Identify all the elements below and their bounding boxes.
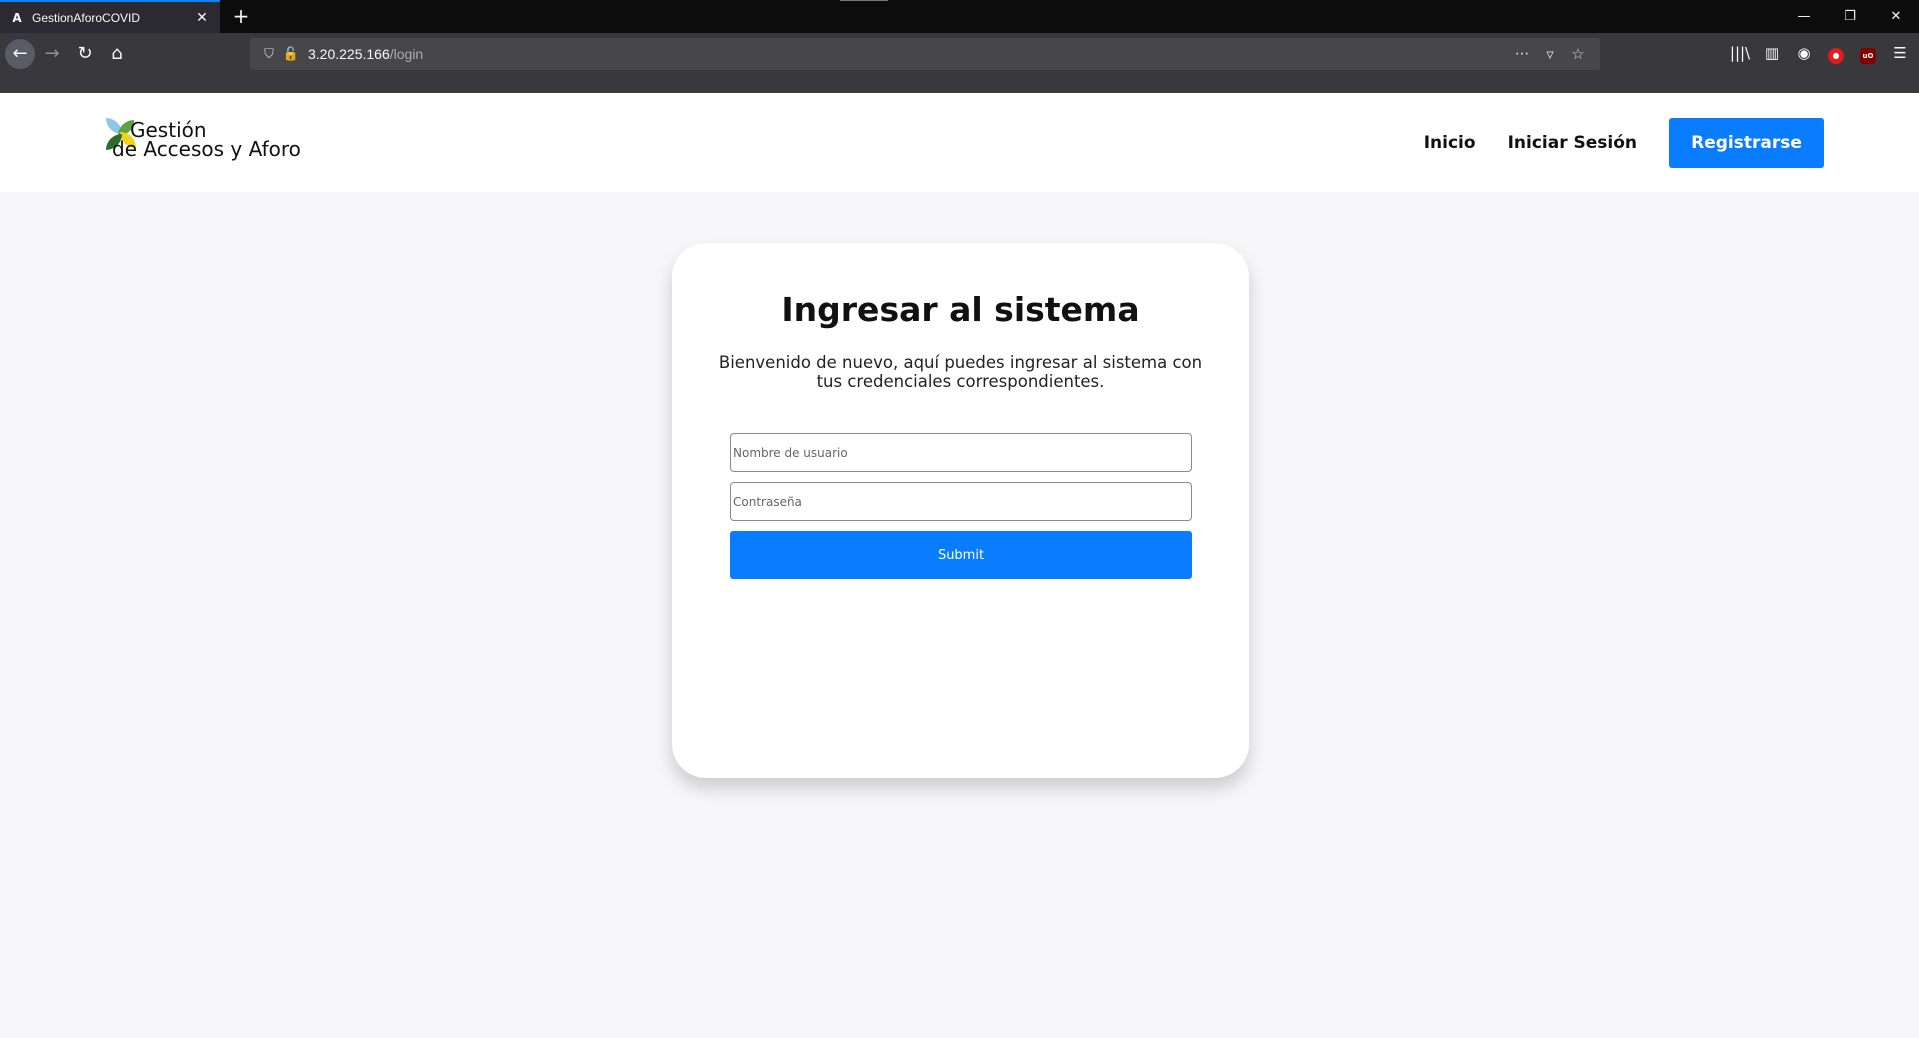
close-window-button[interactable]: ✕ [1873, 0, 1919, 33]
window-controls: — ❐ ✕ [1781, 0, 1919, 33]
home-button[interactable]: ⌂ [102, 39, 132, 69]
site-nav: Inicio Iniciar Sesión Registrarse [1424, 93, 1919, 192]
logo-text-line2: de Accesos y Aforo [112, 137, 301, 161]
browser-tab[interactable]: A GestionAforoCOVID ✕ [0, 0, 220, 33]
submit-button[interactable]: Submit [730, 531, 1192, 579]
site-logo[interactable]: Gestión de Accesos y Aforo [106, 118, 306, 168]
login-card: Ingresar al sistema Bienvenido de nuevo,… [672, 243, 1249, 778]
new-tab-button[interactable]: + [230, 5, 252, 27]
menu-icon[interactable]: ☰ [1887, 39, 1913, 67]
login-title: Ingresar al sistema [781, 290, 1140, 329]
toolbar-right: |||\ ▥ ◉ ● uO ☰ [1727, 39, 1913, 67]
sidebar-icon[interactable]: ▥ [1759, 39, 1785, 67]
url-host: 3.20.225.166 [308, 46, 390, 62]
ublock-icon[interactable]: uO [1855, 39, 1881, 67]
extension-icon[interactable]: ● [1823, 39, 1849, 67]
tracking-shield-icon[interactable]: ⛉ [258, 47, 280, 62]
restore-button[interactable]: ❐ [1827, 0, 1873, 33]
tab-close-icon[interactable]: ✕ [194, 10, 210, 26]
url-path: /login [389, 46, 424, 62]
minimize-button[interactable]: — [1781, 0, 1827, 33]
account-icon[interactable]: ◉ [1791, 39, 1817, 67]
login-subtitle: Bienvenido de nuevo, aquí puedes ingresa… [718, 353, 1203, 391]
back-button[interactable]: ← [5, 39, 35, 69]
library-icon[interactable]: |||\ [1727, 39, 1753, 67]
pocket-icon[interactable]: ▿ [1536, 45, 1564, 63]
page-actions-icon[interactable]: ··· [1508, 45, 1536, 63]
tab-title: GestionAforoCOVID [32, 10, 141, 25]
nav-link-iniciar-sesion[interactable]: Iniciar Sesión [1508, 133, 1637, 153]
forward-button[interactable]: → [37, 39, 67, 69]
page-content: Gestión de Accesos y Aforo Inicio Inicia… [0, 93, 1919, 1038]
nav-link-inicio[interactable]: Inicio [1424, 133, 1476, 153]
username-input[interactable] [730, 433, 1192, 472]
url-bar[interactable]: ⛉ 🔓 3.20.225.166/login ··· ▿ ☆ [250, 38, 1600, 70]
reload-button[interactable]: ↻ [70, 39, 100, 69]
browser-toolbar: ← → ↻ ⌂ ⛉ 🔓 3.20.225.166/login ··· ▿ ☆ |… [0, 33, 1919, 93]
password-input[interactable] [730, 482, 1192, 521]
site-header: Gestión de Accesos y Aforo Inicio Inicia… [0, 93, 1919, 192]
bookmark-star-icon[interactable]: ☆ [1564, 45, 1592, 63]
url-text[interactable]: 3.20.225.166/login [308, 46, 1508, 62]
ublock-badge: uO [1860, 48, 1876, 64]
insecure-connection-icon[interactable]: 🔓 [280, 47, 302, 62]
tab-indicator [840, 0, 888, 1]
extension-badge: ● [1828, 48, 1844, 64]
register-button[interactable]: Registrarse [1669, 117, 1824, 168]
angular-favicon-icon: A [12, 10, 22, 25]
browser-tab-bar: A GestionAforoCOVID ✕ + — ❐ ✕ [0, 0, 1919, 33]
